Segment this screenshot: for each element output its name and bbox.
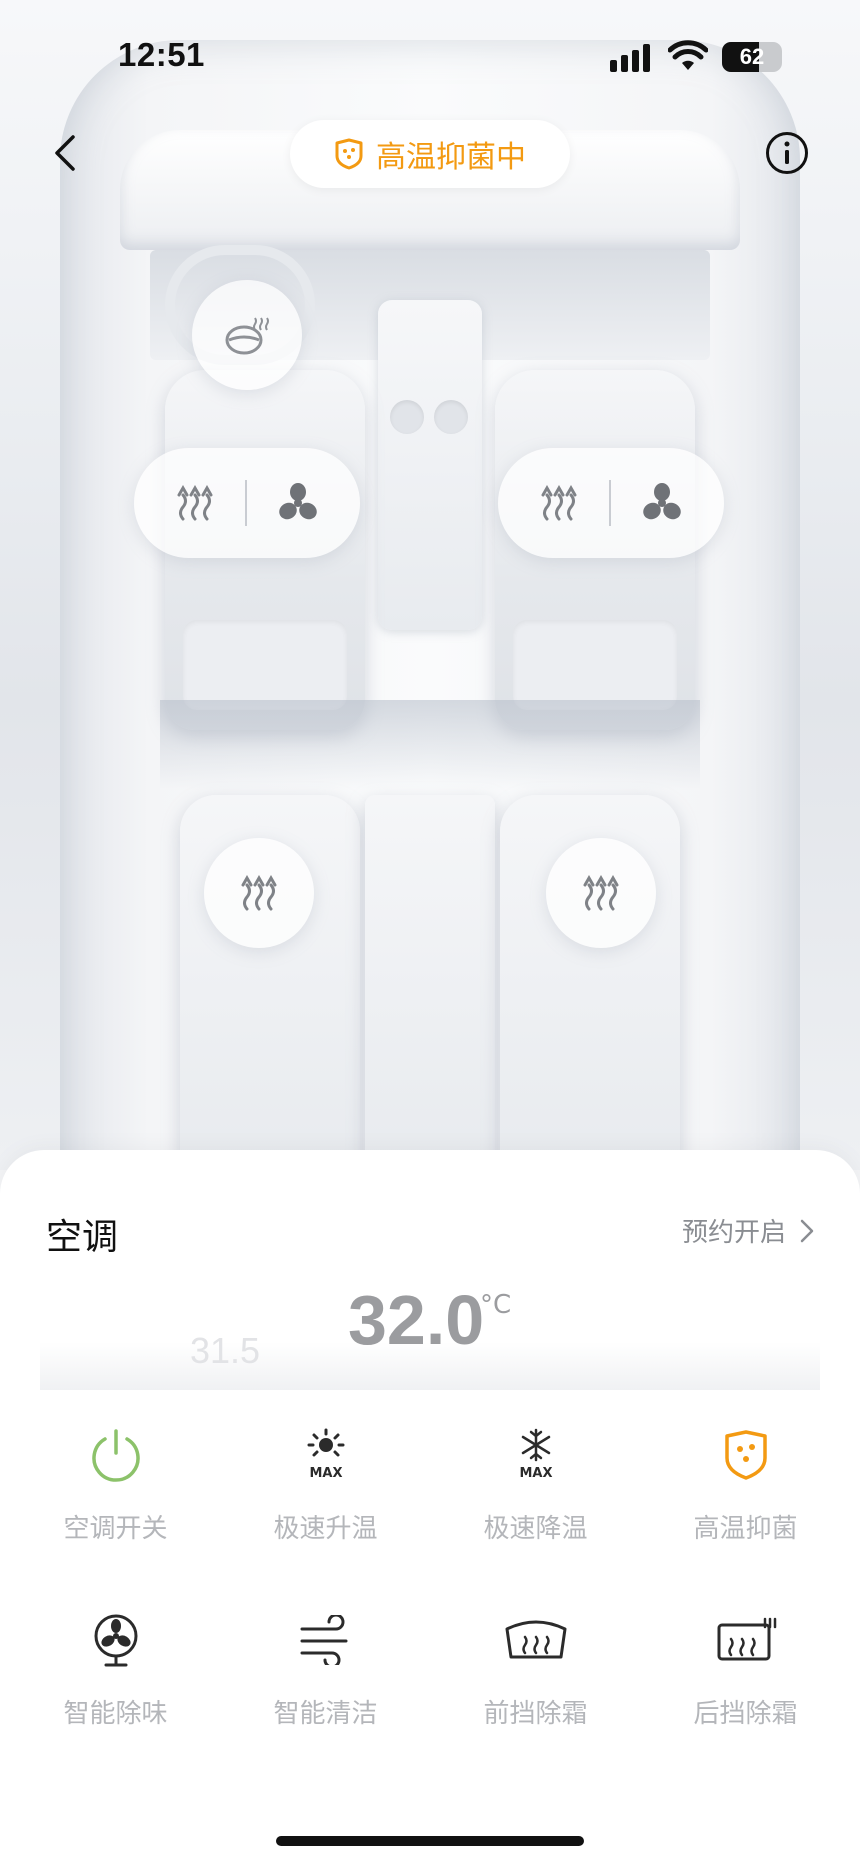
max-cool-snowflake-icon: MAX (519, 1428, 552, 1481)
info-icon (784, 141, 790, 164)
max-cool-label: 极速降温 (483, 1514, 588, 1544)
smart-deodorize-label: 智能除味 (63, 1699, 168, 1729)
rear-left-seat-heat-button[interactable] (204, 838, 314, 948)
sheet-title: 空调 (46, 1217, 119, 1258)
rear-right-seat-heat-button[interactable] (546, 838, 656, 948)
battery-icon: 62 (722, 42, 782, 72)
rear-defrost-icon (717, 1617, 776, 1661)
seat-heat-icon (583, 875, 619, 911)
seat-ventilation-fan-icon[interactable] (641, 482, 683, 524)
temperature-current-value: 32.0 (348, 1281, 485, 1359)
front-defrost-label: 前挡除霜 (483, 1699, 588, 1729)
cellular-signal-icon (610, 44, 654, 72)
mode-status-label: 高温抑菌中 (376, 140, 526, 175)
temperature-previous-value[interactable]: 31.5 (190, 1330, 260, 1372)
mode-status-pill[interactable]: 高温抑菌中 (290, 120, 570, 188)
wifi-icon (668, 40, 708, 70)
chevron-left-icon (55, 135, 75, 171)
seat-ventilation-fan-icon[interactable] (277, 482, 319, 524)
rear-defrost-button[interactable]: 后挡除霜 (638, 1605, 853, 1755)
front-defrost-icon (505, 1620, 566, 1659)
center-console (378, 300, 482, 630)
home-indicator[interactable] (276, 1836, 584, 1846)
high-temp-sterilize-label: 高温抑菌 (693, 1514, 798, 1544)
climate-control-sheet: 空调 预约开启 31.5 32.0 °C 空调开关 MAX 极速升温 MAX 极… (0, 1150, 860, 1864)
high-temp-sterilize-button[interactable]: 高温抑菌 (638, 1420, 853, 1570)
fan-deodorize-icon (94, 1614, 137, 1667)
steering-wheel-heat-icon (225, 317, 269, 355)
smart-deodorize-button[interactable]: 智能除味 (8, 1605, 223, 1755)
steering-wheel-heat-button[interactable] (192, 280, 302, 390)
temperature-unit: °C (480, 1290, 512, 1320)
info-button[interactable] (766, 132, 808, 174)
smart-clean-label: 智能清洁 (273, 1699, 378, 1729)
max-heat-label: 极速升温 (273, 1514, 378, 1544)
schedule-start-link[interactable]: 预约开启 (682, 1212, 814, 1249)
wind-clean-icon (300, 1615, 347, 1665)
status-time: 12:51 (118, 36, 205, 73)
rear-center-seat (365, 795, 495, 1170)
schedule-start-label: 预约开启 (681, 1218, 786, 1248)
smart-clean-button[interactable]: 智能清洁 (218, 1605, 433, 1755)
seat-heat-icon[interactable] (539, 485, 579, 521)
driver-seat-controls (134, 448, 360, 558)
back-button[interactable] (44, 128, 84, 178)
rear-defrost-label: 后挡除霜 (693, 1699, 798, 1729)
shield-bacteria-icon (335, 138, 363, 170)
seat-heat-icon[interactable] (175, 485, 215, 521)
max-heat-sun-icon: MAX (307, 1428, 344, 1481)
battery-level: 62 (739, 44, 765, 69)
shield-bacteria-icon (724, 1430, 767, 1480)
climate-controls-grid: 空调开关 MAX 极速升温 MAX 极速降温 高温抑菌 智能除味 智能清洁 前挡… (0, 1420, 860, 1780)
power-icon (91, 1429, 140, 1482)
ac-power-toggle[interactable]: 空调开关 (8, 1420, 223, 1570)
status-bar: 12:51 62 (0, 0, 860, 110)
max-heat-button[interactable]: MAX 极速升温 (218, 1420, 433, 1570)
seat-heat-icon (241, 875, 277, 911)
passenger-seat-controls (498, 448, 724, 558)
chevron-right-icon (800, 1219, 814, 1242)
svg-text:MAX: MAX (519, 1466, 552, 1481)
ac-power-label: 空调开关 (63, 1514, 168, 1544)
max-cool-button[interactable]: MAX 极速降温 (428, 1420, 643, 1570)
front-defrost-button[interactable]: 前挡除霜 (428, 1605, 643, 1755)
svg-text:MAX: MAX (309, 1466, 342, 1481)
